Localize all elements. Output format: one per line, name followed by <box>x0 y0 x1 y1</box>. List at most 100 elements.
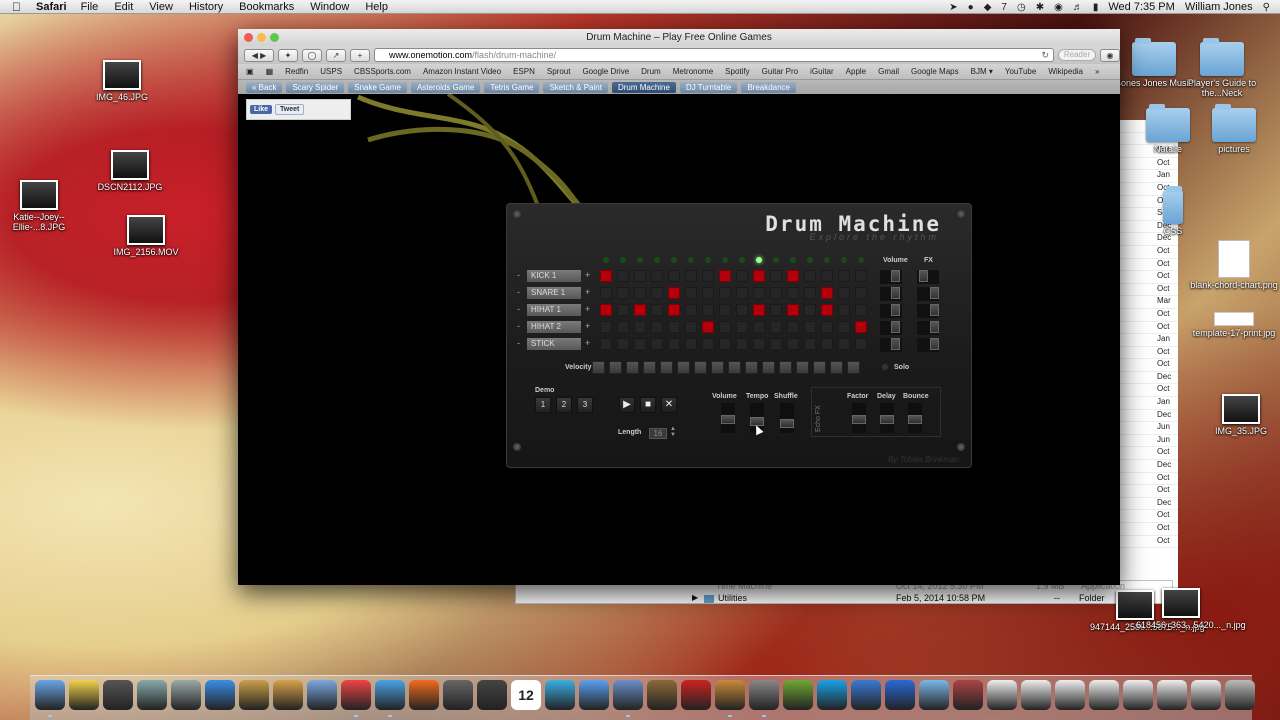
safari-icon[interactable] <box>375 680 405 710</box>
bookmark-google-drive[interactable]: Google Drive <box>582 67 629 76</box>
step-pad[interactable] <box>855 338 867 350</box>
sync-status-icon[interactable]: ● <box>968 2 974 13</box>
notification-badge[interactable]: 7 <box>1001 2 1007 13</box>
step-pad[interactable] <box>617 304 629 316</box>
velocity-pad[interactable] <box>677 361 690 374</box>
step-pad[interactable] <box>804 287 816 299</box>
step-pad[interactable] <box>736 321 748 333</box>
step-pad[interactable] <box>702 270 714 282</box>
step-pad[interactable] <box>668 304 680 316</box>
desktop-file-img-2156-mov[interactable]: IMG_2156.MOV <box>101 215 191 258</box>
step-pad[interactable] <box>719 304 731 316</box>
document-icon[interactable] <box>1191 680 1221 710</box>
nav-asteroids-game[interactable]: Asteroids Game <box>410 81 481 93</box>
step-pad[interactable] <box>804 304 816 316</box>
step-pad[interactable] <box>702 338 714 350</box>
bookmark-amazon-video[interactable]: Amazon Instant Video <box>423 67 501 76</box>
step-pad[interactable] <box>600 287 612 299</box>
presentation-icon[interactable] <box>715 680 745 710</box>
step-pad[interactable] <box>651 287 663 299</box>
document-icon[interactable] <box>1021 680 1051 710</box>
nav-drum-machine[interactable]: Drum Machine <box>611 81 676 93</box>
step-pad[interactable] <box>770 304 782 316</box>
step-pad[interactable] <box>753 338 765 350</box>
slider-knob[interactable] <box>908 415 922 424</box>
topsites-icon[interactable]: ◯ <box>302 48 322 62</box>
step-pad[interactable] <box>770 270 782 282</box>
fader-knob[interactable] <box>891 304 900 316</box>
track-volume-fader[interactable] <box>880 270 902 284</box>
step-pad[interactable] <box>634 270 646 282</box>
track-volume-fader[interactable] <box>880 321 902 335</box>
downloads-icon[interactable] <box>919 680 949 710</box>
tweet-button[interactable]: Tweet <box>275 104 305 115</box>
desktop-file-img-46[interactable]: IMG_46.JPG <box>77 60 167 103</box>
delay-slider[interactable] <box>880 403 894 433</box>
skype-icon[interactable] <box>817 680 847 710</box>
menu-bookmarks[interactable]: Bookmarks <box>239 1 294 13</box>
nav-dj-turntable[interactable]: DJ Turntable <box>679 81 738 93</box>
bookmark-redfin[interactable]: Redfin <box>285 67 308 76</box>
bookmark-wikipedia[interactable]: Wikipedia <box>1048 67 1083 76</box>
bookmark-gmail[interactable]: Gmail <box>878 67 899 76</box>
step-pad[interactable] <box>617 270 629 282</box>
demo-1-button[interactable]: 1 <box>535 397 551 413</box>
nav-back-button[interactable]: « Back <box>246 81 283 93</box>
preview-icon[interactable] <box>137 680 167 710</box>
photo-stack-icon[interactable] <box>953 680 983 710</box>
close-window-button[interactable] <box>244 33 253 42</box>
add-bookmark-button[interactable]: + <box>350 48 370 62</box>
step-pad[interactable] <box>838 287 850 299</box>
imovie-icon[interactable] <box>239 680 269 710</box>
step-pad[interactable] <box>685 270 697 282</box>
step-pad[interactable] <box>651 338 663 350</box>
nav-tetris-game[interactable]: Tetris Game <box>484 81 540 93</box>
play-button[interactable]: ▶ <box>619 397 635 413</box>
track-fx-fader[interactable] <box>917 287 939 301</box>
fader-knob[interactable] <box>930 338 939 350</box>
volume-icon[interactable]: ♬ <box>1073 2 1083 13</box>
step-pad[interactable] <box>753 321 765 333</box>
step-pad[interactable] <box>600 321 612 333</box>
menubar-clock[interactable]: Wed 7:35 PM <box>1108 1 1174 13</box>
step-pad[interactable] <box>736 304 748 316</box>
bookmark-usps[interactable]: USPS <box>320 67 342 76</box>
step-pad[interactable] <box>685 287 697 299</box>
firefox-icon[interactable] <box>409 680 439 710</box>
sync-icon[interactable] <box>851 680 881 710</box>
extensions-icon[interactable]: ✦ <box>278 48 298 62</box>
length-input[interactable]: 16 <box>649 428 667 439</box>
calendar-icon[interactable]: 12 <box>511 680 541 710</box>
length-stepper-icon[interactable]: ▲ ▼ <box>670 426 676 438</box>
fader-knob[interactable] <box>891 287 900 299</box>
velocity-pad[interactable] <box>745 361 758 374</box>
compass-icon[interactable] <box>545 680 575 710</box>
dropbox-icon[interactable]: ◆ <box>984 2 992 13</box>
velocity-pad[interactable] <box>711 361 724 374</box>
track-add-button[interactable]: + <box>585 338 590 348</box>
step-pad[interactable] <box>685 338 697 350</box>
velocity-pad[interactable] <box>660 361 673 374</box>
velocity-pad[interactable] <box>796 361 809 374</box>
step-pad[interactable] <box>634 338 646 350</box>
velocity-pad[interactable] <box>728 361 741 374</box>
step-pad[interactable] <box>668 321 680 333</box>
downloads-toolbar-icon[interactable]: ◉ <box>1100 48 1120 62</box>
step-pad[interactable] <box>685 304 697 316</box>
step-pad[interactable] <box>753 287 765 299</box>
document-icon[interactable] <box>1055 680 1085 710</box>
dreamweaver-icon[interactable] <box>783 680 813 710</box>
track-remove-button[interactable]: - <box>517 270 520 280</box>
wifi-icon[interactable]: ◉ <box>1054 2 1063 13</box>
step-pad[interactable] <box>617 338 629 350</box>
document-icon[interactable] <box>1123 680 1153 710</box>
show-all-bookmarks-icon[interactable]: ▦ <box>266 67 274 76</box>
zoom-window-button[interactable] <box>270 33 279 42</box>
nav-snake-game[interactable]: Snake Game <box>348 81 407 93</box>
track-fx-fader[interactable] <box>917 338 939 352</box>
step-pad[interactable] <box>821 304 833 316</box>
track-add-button[interactable]: + <box>585 321 590 331</box>
document-icon[interactable] <box>1157 680 1187 710</box>
desktop-folder-pictures[interactable]: pictures <box>1189 104 1279 155</box>
step-pad[interactable] <box>855 321 867 333</box>
